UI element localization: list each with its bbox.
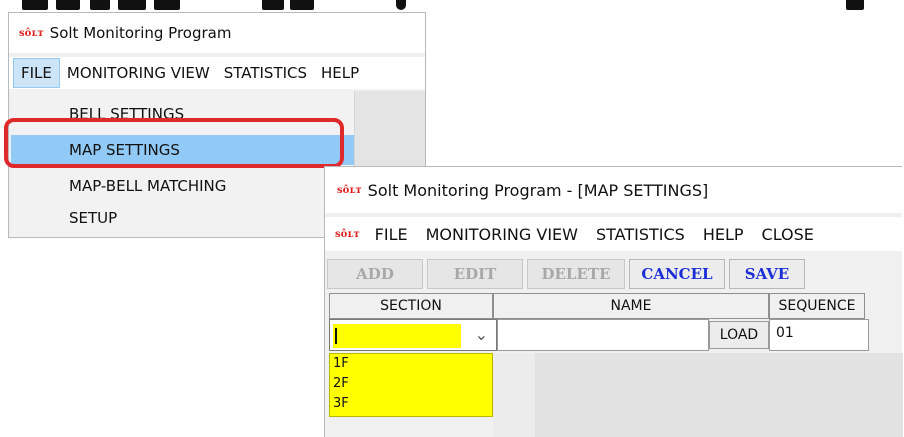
chevron-down-icon[interactable]: ⌄: [475, 325, 488, 344]
section-combobox[interactable]: ⌄: [329, 319, 497, 351]
edit-button[interactable]: EDIT: [427, 259, 523, 289]
menu-bar: FILE MONITORING VIEW STATISTICS HELP: [9, 57, 425, 89]
screenshot-stage: sôʟт Solt Monitoring Program FILE MONITO…: [0, 0, 904, 437]
map-menu-bar: sôʟт FILE MONITORING VIEW STATISTICS HEL…: [325, 217, 902, 251]
action-toolbar: ADD EDIT DELETE CANCEL SAVE: [327, 259, 809, 291]
column-section: SECTION: [329, 293, 493, 319]
name-input[interactable]: [497, 319, 709, 351]
menu-monitoring-view[interactable]: MONITORING VIEW: [60, 59, 217, 87]
option-1f[interactable]: 1F: [330, 354, 492, 374]
menu-file[interactable]: FILE: [366, 221, 417, 248]
menu-item-map-bell-matching[interactable]: MAP-BELL MATCHING: [11, 171, 354, 201]
menu-statistics[interactable]: STATISTICS: [587, 221, 694, 248]
cancel-button[interactable]: CANCEL: [629, 259, 725, 289]
menu-help[interactable]: HELP: [314, 59, 366, 87]
grid-header: SECTION NAME SEQUENCE: [329, 293, 865, 319]
delete-button[interactable]: DELETE: [527, 259, 625, 289]
map-settings-window: sôʟт Solt Monitoring Program - [MAP SETT…: [324, 166, 903, 437]
option-2f[interactable]: 2F: [330, 374, 492, 394]
solt-menu-logo-icon: sôʟт: [335, 228, 360, 240]
column-sequence: SEQUENCE: [769, 293, 865, 319]
map-window-titlebar: sôʟт Solt Monitoring Program - [MAP SETT…: [325, 167, 902, 213]
section-combobox-value: [333, 324, 461, 348]
column-name: NAME: [493, 293, 769, 319]
menu-window-titlebar: sôʟт Solt Monitoring Program: [9, 13, 425, 53]
map-area: [535, 353, 903, 437]
menu-file[interactable]: FILE: [13, 58, 60, 88]
section-options-list: 1F 2F 3F: [329, 353, 493, 417]
menu-help[interactable]: HELP: [694, 221, 753, 248]
solt-logo-icon: sôʟт: [19, 27, 44, 39]
load-button[interactable]: LOAD: [709, 321, 769, 349]
menu-statistics[interactable]: STATISTICS: [217, 59, 314, 87]
menu-close[interactable]: CLOSE: [753, 221, 823, 248]
text-caret: [335, 328, 337, 344]
file-dropdown-menu: BELL SETTINGS MAP SETTINGS MAP-BELL MATC…: [11, 91, 355, 237]
empty-area: [493, 353, 535, 437]
menu-item-map-settings[interactable]: MAP SETTINGS: [11, 135, 354, 165]
save-button[interactable]: SAVE: [729, 259, 805, 289]
cropped-heading: [0, 0, 904, 10]
add-button[interactable]: ADD: [327, 259, 423, 289]
sequence-input[interactable]: 01: [769, 319, 869, 351]
menu-monitoring-view[interactable]: MONITORING VIEW: [417, 221, 587, 248]
solt-logo-icon: sôʟт: [337, 184, 362, 196]
menu-item-bell-settings[interactable]: BELL SETTINGS: [11, 99, 354, 129]
window-title: Solt Monitoring Program: [49, 24, 232, 42]
menu-item-setup[interactable]: SETUP: [11, 203, 354, 233]
option-3f[interactable]: 3F: [330, 394, 492, 414]
grid-row: ⌄ LOAD 01: [329, 319, 869, 353]
window-title: Solt Monitoring Program - [MAP SETTINGS]: [367, 180, 709, 200]
